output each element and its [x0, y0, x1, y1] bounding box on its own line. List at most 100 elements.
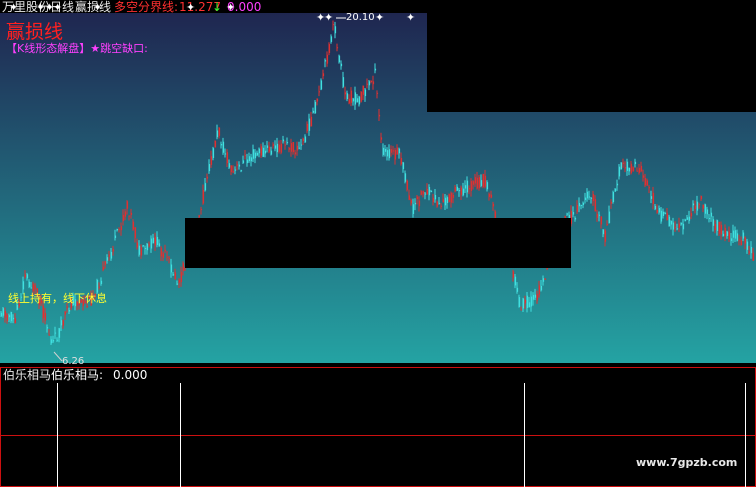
candle-body — [222, 141, 225, 153]
candle-body — [650, 196, 653, 199]
candle-body — [358, 96, 361, 105]
candle-body — [726, 231, 729, 236]
candle-body — [144, 248, 147, 250]
candle-body — [30, 287, 33, 289]
candle-body — [566, 213, 569, 215]
candle-body — [644, 178, 647, 186]
candle-body — [46, 327, 49, 329]
candle-body — [710, 212, 713, 217]
candle-body — [716, 220, 719, 231]
candle-body — [422, 191, 425, 195]
overlay-title: 赢损线 — [6, 21, 64, 43]
candle-body — [212, 148, 215, 158]
candle-body — [542, 278, 545, 282]
candle-body — [104, 261, 107, 265]
candle-body — [56, 339, 59, 341]
candle-body — [22, 281, 25, 290]
candle-body — [230, 165, 233, 173]
candle-body — [598, 214, 601, 216]
candle-body — [390, 149, 393, 153]
candle-body — [64, 311, 67, 315]
candle-body — [654, 205, 657, 210]
candle-body — [106, 257, 109, 261]
candle-body — [744, 237, 747, 244]
candle-body — [278, 144, 281, 152]
candle-body — [624, 167, 627, 169]
candle-body — [304, 136, 307, 143]
candle-body — [42, 305, 45, 319]
candle-body — [666, 213, 669, 221]
candle-body — [180, 271, 183, 283]
candle-body — [274, 145, 277, 149]
candle-body — [608, 211, 611, 224]
candle-body — [544, 278, 547, 280]
candle-body — [532, 294, 535, 300]
candle-body — [680, 222, 683, 225]
candle-body — [400, 157, 403, 165]
candle-body — [202, 190, 205, 204]
candle-body — [334, 26, 337, 34]
candle-body — [350, 90, 353, 103]
candle-body — [360, 91, 363, 102]
candle-body — [336, 47, 339, 49]
candle-body — [424, 193, 427, 195]
candle-body — [688, 216, 691, 221]
candle-body — [742, 232, 745, 239]
candle-body — [420, 191, 423, 195]
candle-body — [436, 201, 439, 207]
candle-body — [480, 180, 483, 186]
candle-body — [746, 241, 749, 250]
candle-body — [472, 181, 475, 185]
candle-body — [728, 231, 731, 240]
candle-body — [382, 147, 385, 155]
candle-body — [518, 297, 521, 308]
candle-body — [158, 243, 161, 247]
candle-body — [4, 311, 7, 318]
candle-body — [232, 171, 235, 173]
candle-body — [432, 197, 435, 203]
candle-body — [668, 216, 671, 227]
candle-body — [426, 188, 429, 195]
candle-body — [662, 211, 665, 216]
candle-body — [528, 302, 531, 308]
candle-body — [712, 219, 715, 226]
candle-body — [352, 98, 355, 102]
candle-body — [628, 167, 631, 172]
candle-body — [2, 308, 5, 316]
candle-body — [578, 202, 581, 207]
candle-body — [284, 144, 287, 146]
candle-body — [160, 247, 163, 257]
candle-body — [430, 190, 433, 193]
candle-body — [514, 276, 517, 286]
candle-body — [376, 92, 379, 94]
candle-body — [614, 188, 617, 192]
candle-body — [708, 218, 711, 220]
candle-body — [632, 167, 635, 172]
candle-body — [642, 175, 645, 178]
candle-body — [310, 116, 313, 127]
candle-body — [740, 240, 743, 246]
high-price-label: 20.10 — [346, 12, 375, 23]
candle-body — [396, 147, 399, 155]
candle-body — [312, 110, 315, 113]
candle-body — [356, 98, 359, 103]
candle-body — [658, 207, 661, 213]
candle-body — [220, 144, 223, 146]
candle-body — [182, 263, 185, 271]
candle-body — [694, 205, 697, 209]
candle-body — [646, 180, 649, 186]
candle-body — [302, 138, 305, 142]
candle-body — [686, 217, 689, 220]
candle-body — [636, 170, 639, 172]
candle-body — [150, 238, 153, 249]
candle-body — [444, 197, 447, 206]
candle-body — [342, 77, 345, 87]
candle-body — [146, 243, 149, 251]
candle-body — [154, 236, 157, 246]
candle-body — [440, 205, 443, 207]
candle-body — [8, 315, 11, 318]
down-arrow-icon: ↓ — [212, 0, 223, 14]
candle-body — [242, 160, 245, 163]
candle-body — [54, 332, 57, 334]
candle-body — [326, 54, 329, 64]
